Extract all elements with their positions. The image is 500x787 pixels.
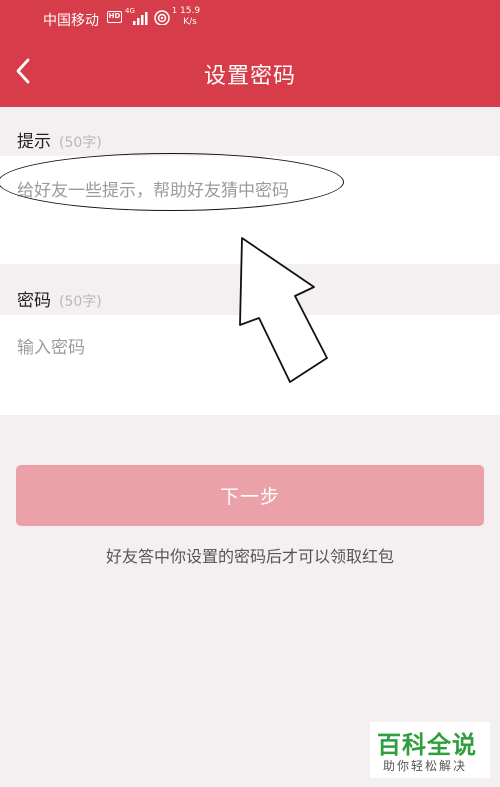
status-bar: 中国移动 HD 4G 1 15.9 K/s: [0, 0, 500, 38]
password-label-row: 密码 (50字): [17, 286, 102, 311]
speed-value: 15.9: [180, 6, 201, 16]
watermark-logo: 百科全说 助你轻松解决: [370, 722, 490, 778]
watermark-title: 百科全说: [377, 731, 477, 759]
watermark-subtitle: 助你轻松解决: [383, 759, 468, 773]
password-label: 密码: [17, 291, 51, 311]
signal-icon: [132, 10, 150, 29]
next-button[interactable]: 下一步: [16, 465, 484, 526]
app-header: 中国移动 HD 4G 1 15.9 K/s 设置密码: [0, 0, 500, 107]
wifi-number: 1: [172, 6, 178, 15]
wifi-icon: [153, 9, 171, 29]
hint-label: 提示: [17, 132, 51, 152]
hint-label-row: 提示 (50字): [17, 127, 102, 152]
password-placeholder: 输入密码: [17, 338, 85, 358]
footer-hint: 好友答中你设置的密码后才可以领取红包: [105, 547, 394, 566]
speed-unit: K/s: [183, 17, 197, 27]
arrow-pointer-icon: [232, 230, 332, 394]
network-speed: 15.9 K/s: [180, 6, 200, 28]
highlight-ellipse: [0, 153, 344, 211]
hint-limit: (50字): [59, 135, 102, 151]
hd-badge: HD: [107, 11, 122, 23]
password-limit: (50字): [59, 294, 102, 310]
carrier-name: 中国移动: [43, 13, 99, 29]
page-title: 设置密码: [203, 64, 296, 89]
